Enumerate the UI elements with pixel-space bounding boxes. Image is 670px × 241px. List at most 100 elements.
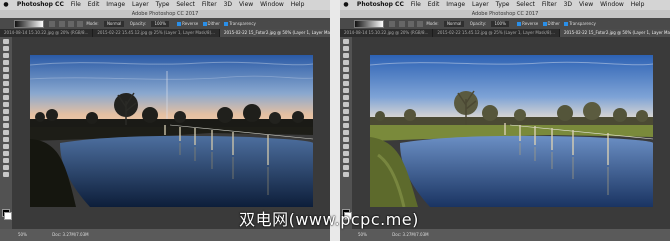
eraser-tool-icon[interactable]	[343, 109, 349, 114]
menu-filter[interactable]: Filter	[542, 1, 557, 8]
blur-tool-icon[interactable]	[343, 123, 349, 128]
dither-checkbox[interactable]	[202, 22, 207, 26]
gradient-style-icon[interactable]	[77, 21, 84, 27]
eyedropper-tool-icon[interactable]	[343, 74, 349, 79]
menu-view[interactable]: View	[579, 1, 593, 8]
gradient-style-icon[interactable]	[398, 21, 405, 27]
blur-tool-icon[interactable]	[3, 123, 9, 128]
menu-image[interactable]: Image	[106, 1, 125, 8]
menu-file[interactable]: File	[411, 1, 421, 8]
document-tab-active[interactable]: 2015-02-22 15_Fotor2.jpg @ 50% (Layer 1,…	[559, 29, 670, 37]
move-tool-icon[interactable]	[343, 39, 349, 44]
eyedropper-tool-icon[interactable]	[3, 74, 9, 79]
crop-tool-icon[interactable]	[3, 67, 9, 72]
dodge-tool-icon[interactable]	[343, 130, 349, 135]
menu-edit[interactable]: Edit	[88, 1, 100, 8]
magic-wand-tool-icon[interactable]	[343, 60, 349, 65]
path-select-tool-icon[interactable]	[343, 151, 349, 156]
menu-3d[interactable]: 3D	[564, 1, 572, 8]
brush-tool-icon[interactable]	[3, 88, 9, 93]
gradient-picker[interactable]	[14, 20, 44, 28]
brush-tool-icon[interactable]	[343, 88, 349, 93]
lasso-tool-icon[interactable]	[343, 53, 349, 58]
path-select-tool-icon[interactable]	[3, 151, 9, 156]
eraser-tool-icon[interactable]	[3, 109, 9, 114]
pen-tool-icon[interactable]	[3, 137, 9, 142]
gradient-style-icon[interactable]	[49, 21, 56, 27]
menu-layer[interactable]: Layer	[472, 1, 489, 8]
dither-label: Dither	[547, 21, 560, 26]
menu-select[interactable]: Select	[516, 1, 535, 8]
shape-tool-icon[interactable]	[3, 158, 9, 163]
menu-app-name[interactable]: Photoshop CC	[17, 1, 64, 8]
gradient-style-icon[interactable]	[389, 21, 396, 27]
clone-tool-icon[interactable]	[3, 95, 9, 100]
magic-wand-tool-icon[interactable]	[3, 60, 9, 65]
reverse-checkbox[interactable]	[177, 22, 182, 26]
history-brush-tool-icon[interactable]	[3, 102, 9, 107]
document-tab[interactable]: 2014-08-14 15.10.22.jpg @ 20% (RGB/8...	[0, 29, 94, 37]
pen-tool-icon[interactable]	[343, 137, 349, 142]
zoom-tool-icon[interactable]	[3, 172, 9, 177]
document-tab[interactable]: 2015-02-22 15.45.12.jpg @ 25% (Layer 1, …	[433, 29, 560, 37]
marquee-tool-icon[interactable]	[3, 46, 9, 51]
mode-label: Mode:	[86, 21, 99, 26]
menu-window[interactable]: Window	[600, 1, 624, 8]
dodge-tool-icon[interactable]	[3, 130, 9, 135]
mode-select[interactable]: Normal	[103, 21, 125, 27]
gradient-style-icon[interactable]	[58, 21, 65, 27]
zoom-level[interactable]: 50%	[18, 232, 27, 237]
menu-type[interactable]: Type	[496, 1, 510, 8]
zoom-level[interactable]: 50%	[358, 232, 367, 237]
marquee-tool-icon[interactable]	[343, 46, 349, 51]
menu-filter[interactable]: Filter	[202, 1, 217, 8]
menu-help[interactable]: Help	[631, 1, 645, 8]
type-tool-icon[interactable]	[343, 144, 349, 149]
menu-app-name[interactable]: Photoshop CC	[357, 1, 404, 8]
opacity-input[interactable]: 100%	[151, 21, 169, 27]
background-color-swatch[interactable]	[4, 212, 12, 220]
apple-icon[interactable]: ●	[2, 0, 10, 10]
menu-view[interactable]: View	[239, 1, 253, 8]
transparency-checkbox[interactable]	[224, 22, 229, 26]
photo-landscape-after[interactable]	[370, 55, 653, 207]
history-brush-tool-icon[interactable]	[343, 102, 349, 107]
menu-edit[interactable]: Edit	[428, 1, 440, 8]
gradient-style-icon[interactable]	[407, 21, 414, 27]
menu-type[interactable]: Type	[156, 1, 170, 8]
crop-tool-icon[interactable]	[343, 67, 349, 72]
type-tool-icon[interactable]	[3, 144, 9, 149]
gradient-style-icon[interactable]	[67, 21, 74, 27]
document-tab-active[interactable]: 2015-02-22 15_Fotor2.jpg @ 50% (Layer 1,…	[219, 29, 330, 37]
hand-tool-icon[interactable]	[3, 165, 9, 170]
move-tool-icon[interactable]	[3, 39, 9, 44]
healing-tool-icon[interactable]	[343, 81, 349, 86]
document-tab[interactable]: 2015-02-22 15.45.12.jpg @ 25% (Layer 1, …	[93, 29, 220, 37]
menu-layer[interactable]: Layer	[132, 1, 149, 8]
opacity-label: Opacity:	[129, 21, 147, 26]
menu-3d[interactable]: 3D	[224, 1, 232, 8]
dither-checkbox[interactable]	[542, 22, 547, 26]
shape-tool-icon[interactable]	[343, 158, 349, 163]
reverse-checkbox[interactable]	[517, 22, 522, 26]
transparency-checkbox[interactable]	[564, 22, 569, 26]
apple-icon[interactable]: ●	[342, 0, 350, 10]
clone-tool-icon[interactable]	[343, 95, 349, 100]
gradient-style-icon[interactable]	[417, 21, 424, 27]
mode-select[interactable]: Normal	[443, 21, 465, 27]
menu-help[interactable]: Help	[291, 1, 305, 8]
gradient-picker[interactable]	[354, 20, 384, 28]
document-tab[interactable]: 2014-08-14 15.10.22.jpg @ 20% (RGB/8...	[340, 29, 434, 37]
menu-file[interactable]: File	[71, 1, 81, 8]
zoom-tool-icon[interactable]	[343, 172, 349, 177]
hand-tool-icon[interactable]	[343, 165, 349, 170]
photo-landscape-before[interactable]	[30, 55, 313, 207]
menu-window[interactable]: Window	[260, 1, 284, 8]
gradient-tool-icon[interactable]	[3, 116, 9, 121]
opacity-input[interactable]: 100%	[491, 21, 509, 27]
menu-select[interactable]: Select	[176, 1, 195, 8]
healing-tool-icon[interactable]	[3, 81, 9, 86]
lasso-tool-icon[interactable]	[3, 53, 9, 58]
menu-image[interactable]: Image	[446, 1, 465, 8]
gradient-tool-icon[interactable]	[343, 116, 349, 121]
